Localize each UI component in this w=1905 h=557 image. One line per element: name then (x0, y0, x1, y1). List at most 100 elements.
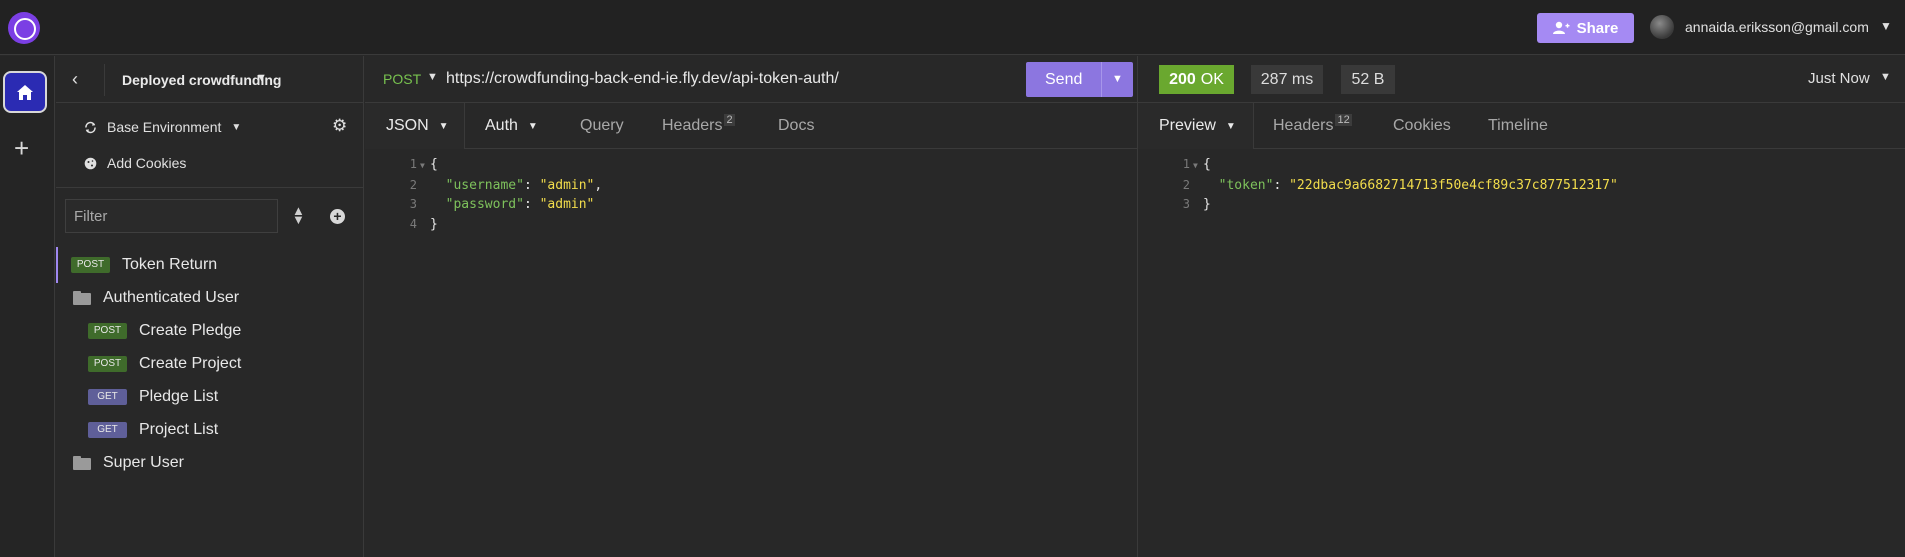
left-rail: + (0, 56, 55, 557)
tab-label: Cookies (1393, 117, 1451, 134)
gear-icon[interactable]: ⚙ (332, 116, 347, 136)
method-badge: POST (88, 323, 127, 339)
request-label: Pledge List (139, 388, 219, 405)
tab-label: Headers (662, 117, 723, 134)
sync-icon (85, 121, 96, 133)
json-key: "token" (1218, 177, 1274, 193)
tab-headers[interactable]: Headers 2 (662, 103, 735, 149)
fold-arrow-icon[interactable]: ▼ (1193, 156, 1203, 176)
share-label: Share (1576, 19, 1619, 37)
app-logo-icon[interactable] (8, 12, 40, 44)
tab-label: Auth (485, 117, 518, 134)
tab-label: JSON (386, 117, 429, 134)
tab-docs[interactable]: Docs (778, 103, 814, 149)
status-badge: 200 OK (1159, 65, 1234, 94)
folder-label: Super User (103, 454, 184, 471)
chevron-down-icon: ▼ (231, 121, 242, 133)
fold-arrow-icon[interactable]: ▼ (420, 156, 430, 176)
json-key: "username" (445, 177, 524, 193)
chevron-down-icon[interactable]: ▼ (427, 71, 438, 83)
history-selector[interactable]: Just Now (1808, 70, 1870, 87)
tab-query[interactable]: Query (580, 103, 624, 149)
count-badge: 12 (1335, 114, 1352, 126)
json-comma: , (594, 177, 603, 193)
tab-label: Docs (778, 117, 815, 134)
method-badge: POST (71, 257, 110, 273)
divider (104, 64, 105, 96)
sidebar-item-create-pledge[interactable]: POST Create Pledge (56, 313, 364, 349)
filter-input[interactable] (65, 199, 278, 233)
json-brace: } (430, 216, 438, 232)
send-label: Send (1045, 71, 1083, 88)
sidebar-header: ‹ Deployed crowdfunding ▼ (56, 56, 364, 103)
folder-authenticated-user[interactable]: Authenticated User (56, 280, 364, 316)
add-cookies-button[interactable]: Add Cookies (84, 155, 186, 171)
json-brace: } (1203, 197, 1211, 212)
count-badge: 2 (724, 114, 735, 126)
sort-icon[interactable]: ▲ ▼ (292, 204, 305, 226)
method-selector[interactable]: POST (383, 71, 421, 87)
add-user-icon (1552, 21, 1570, 34)
request-label: Project List (139, 421, 219, 438)
top-bar: Share annaida.eriksson@gmail.com ▼ (0, 0, 1905, 55)
response-size: 52 B (1341, 65, 1395, 94)
json-value: "admin" (539, 197, 595, 212)
url-input[interactable]: https://crowdfunding-back-end-ie.fly.dev… (446, 70, 839, 88)
response-tabs: Preview ▼ Headers 12 Cookies Timeline (1138, 103, 1905, 149)
user-email[interactable]: annaida.eriksson@gmail.com (1685, 19, 1869, 35)
send-button[interactable]: Send ▼ (1026, 62, 1133, 97)
chevron-down-icon: ▼ (1225, 120, 1236, 132)
request-body-editor[interactable]: 1 ▼{ 2 "username": "admin", 3 "password":… (405, 155, 602, 234)
environment-label: Base Environment (107, 119, 222, 135)
chevron-down-icon: ▼ (438, 120, 449, 132)
response-status-bar: 200 OK 287 ms 52 B Just Now ▼ (1138, 56, 1905, 103)
tab-json[interactable]: JSON ▼ (365, 103, 465, 149)
chevron-down-icon[interactable]: ▼ (1112, 73, 1123, 85)
tab-headers[interactable]: Headers 12 (1273, 103, 1352, 149)
line-number: 1 (409, 157, 417, 171)
back-chevron-icon[interactable]: ‹ (72, 69, 78, 90)
status-text: OK (1200, 70, 1224, 88)
environment-selector[interactable]: Base Environment ▼ (84, 119, 241, 135)
request-label: Token Return (122, 256, 218, 273)
folder-label: Authenticated User (103, 289, 240, 306)
divider (1101, 62, 1102, 97)
tab-label: Query (580, 117, 624, 134)
sidebar-item-token-return[interactable]: POST Token Return (56, 247, 364, 283)
tab-label: Preview (1159, 117, 1216, 134)
line-number: 2 (1182, 177, 1190, 192)
tab-auth[interactable]: Auth ▼ (485, 103, 538, 149)
add-project-button[interactable]: + (14, 135, 29, 161)
home-button[interactable] (3, 71, 47, 113)
chevron-down-icon[interactable]: ▼ (1880, 19, 1892, 33)
chevron-down-icon[interactable]: ▼ (1880, 71, 1891, 83)
method-badge: POST (88, 356, 127, 372)
tab-label: Timeline (1488, 117, 1548, 134)
tab-label: Headers (1273, 117, 1334, 134)
cookie-icon (84, 157, 97, 169)
add-request-icon[interactable]: + (330, 209, 345, 224)
line-number: 3 (409, 197, 417, 211)
json-key: "password" (445, 197, 524, 212)
response-time: 287 ms (1251, 65, 1323, 94)
sidebar-item-pledge-list[interactable]: GET Pledge List (56, 379, 364, 415)
json-value: "22dbac9a6682714713f50e4cf89c37c87751231… (1289, 177, 1618, 193)
sidebar-item-project-list[interactable]: GET Project List (56, 412, 364, 448)
method-badge: GET (88, 422, 127, 438)
folder-super-user[interactable]: Super User (56, 445, 364, 481)
response-preview[interactable]: 1 ▼{ 2 "token": "22dbac9a6682714713f50e4c… (1178, 155, 1618, 215)
status-code: 200 (1169, 70, 1196, 88)
request-tabs: JSON ▼ Auth ▼ Query Headers 2 Docs (365, 103, 1137, 149)
tab-preview[interactable]: Preview ▼ (1138, 103, 1254, 149)
request-label: Create Pledge (139, 322, 242, 339)
line-number: 3 (1182, 197, 1190, 211)
tab-timeline[interactable]: Timeline (1488, 103, 1548, 149)
avatar[interactable] (1650, 15, 1674, 39)
share-button[interactable]: Share (1537, 13, 1634, 43)
tab-cookies[interactable]: Cookies (1393, 103, 1451, 149)
line-number: 2 (409, 177, 417, 192)
folder-open-icon (73, 291, 91, 305)
chevron-down-icon[interactable]: ▼ (256, 72, 267, 84)
sidebar-item-create-project[interactable]: POST Create Project (56, 346, 364, 382)
json-brace: { (1203, 157, 1211, 172)
